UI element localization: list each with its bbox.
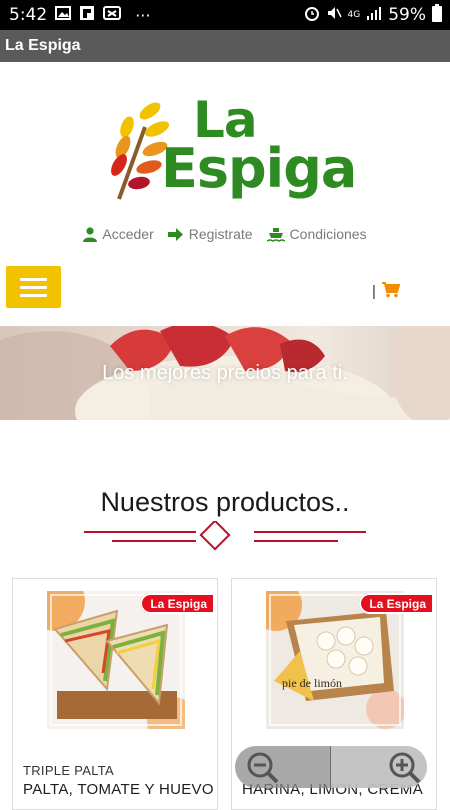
app-title: La Espiga (5, 37, 81, 54)
conditions-link[interactable]: Condiciones (266, 226, 367, 242)
arrow-right-icon (167, 227, 183, 241)
ship-icon (266, 227, 285, 242)
zoom-out-icon[interactable] (243, 748, 283, 788)
app-title-bar: La Espiga (0, 30, 450, 62)
battery-percent: 59% (388, 5, 426, 25)
more-notifications: ··· (135, 5, 151, 25)
product-card[interactable]: La Espiga TRIPLE PALTA PALTA, TOMATE Y H… (12, 578, 218, 810)
hero-tagline: Los mejores precios para ti. (102, 362, 348, 384)
zoom-control (235, 746, 427, 788)
hamburger-menu-button[interactable] (6, 266, 61, 308)
flipboard-icon (79, 5, 95, 25)
register-link-label: Registrate (188, 226, 253, 242)
products-section-title: Nuestros productos.. (100, 487, 350, 517)
brand-badge: La Espiga (359, 593, 434, 614)
signal-icon (366, 5, 382, 25)
mute-icon (326, 5, 342, 25)
title-divider (84, 521, 366, 551)
message-icon (103, 5, 122, 25)
status-time: 5:42 (9, 5, 48, 25)
login-link[interactable]: Acceder (83, 226, 154, 242)
conditions-link-label: Condiciones (289, 226, 367, 242)
hero-banner: Los mejores precios para ti. (0, 326, 450, 420)
account-links: Acceder Registrate Condiciones (0, 226, 450, 242)
register-link[interactable]: Registrate (167, 226, 253, 242)
image-caption: pie de limón (282, 676, 342, 690)
brand-badge: La Espiga (140, 593, 215, 614)
logo-text-espiga: Espiga (161, 137, 357, 200)
product-name[interactable]: PALTA, TOMATE Y HUEVO (23, 781, 214, 798)
gallery-icon (55, 5, 72, 25)
alarm-icon (304, 5, 320, 25)
product-category: TRIPLE PALTA (23, 763, 115, 778)
status-bar: 5:42 ··· 4G 59% (0, 0, 450, 30)
user-icon (83, 226, 98, 242)
zoom-in-icon[interactable] (385, 748, 425, 788)
hamburger-icon (20, 278, 47, 281)
login-link-label: Acceder (102, 226, 154, 242)
battery-icon (432, 4, 442, 26)
network-type: 4G (347, 10, 361, 20)
cart-icon[interactable] (382, 281, 400, 298)
site-logo[interactable]: La Espiga (105, 91, 357, 215)
cart-divider: | (372, 283, 376, 300)
